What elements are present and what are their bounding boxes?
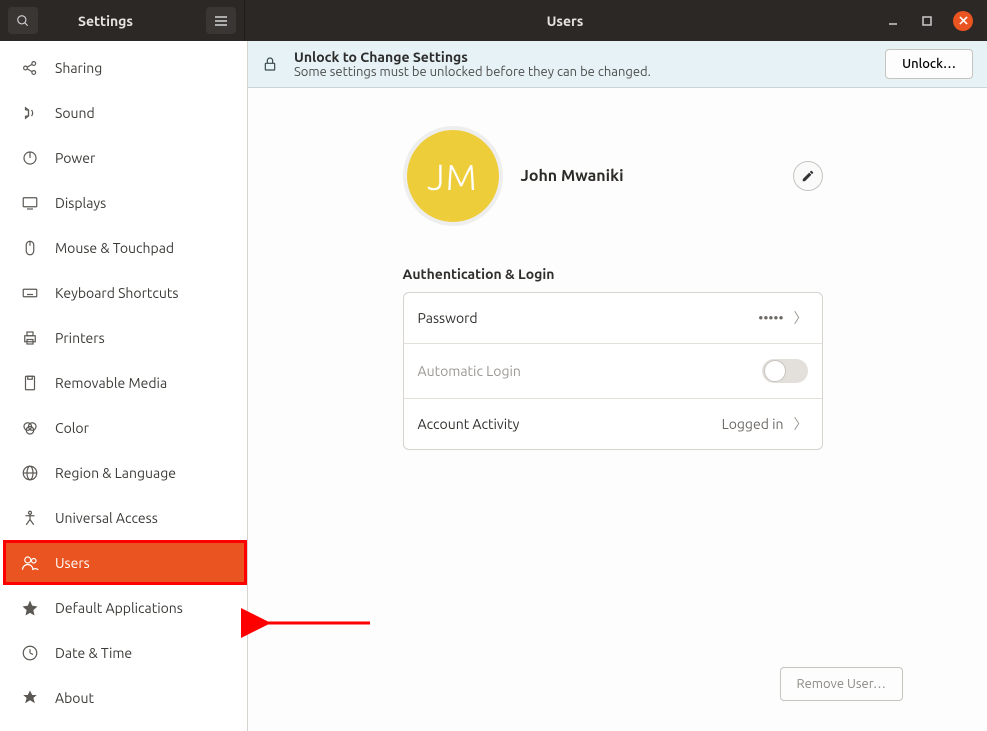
lock-icon bbox=[262, 55, 280, 73]
sidebar-item-label: Power bbox=[55, 150, 95, 166]
activity-value: Logged in bbox=[722, 416, 784, 432]
infobar-title: Unlock to Change Settings bbox=[294, 49, 871, 65]
infobar-subtitle: Some settings must be unlocked before th… bbox=[294, 65, 871, 79]
pencil-icon bbox=[801, 169, 815, 183]
close-icon bbox=[959, 16, 968, 25]
sidebar-item-power[interactable]: Power bbox=[3, 135, 247, 180]
unlock-button[interactable]: Unlock… bbox=[885, 49, 973, 79]
titlebar: Settings Users bbox=[0, 0, 987, 41]
sidebar-item-printers[interactable]: Printers bbox=[3, 315, 247, 360]
titlebar-right: Users bbox=[245, 0, 987, 41]
power-icon bbox=[21, 149, 39, 167]
sidebar-item-users[interactable]: Users bbox=[3, 540, 247, 585]
password-row[interactable]: Password ••••• 〉 bbox=[404, 293, 822, 344]
sidebar-item-sound[interactable]: Sound bbox=[3, 90, 247, 135]
sidebar-item-displays[interactable]: Displays bbox=[3, 180, 247, 225]
hamburger-icon bbox=[214, 15, 228, 27]
sidebar-item-removable-media[interactable]: Removable Media bbox=[3, 360, 247, 405]
sharing-icon bbox=[21, 59, 39, 77]
sidebar-item-label: Default Applications bbox=[55, 600, 183, 616]
activity-row[interactable]: Account Activity Logged in 〉 bbox=[404, 399, 822, 449]
sidebar: Sharing Sound Power Displays Mouse & Touchpa… bbox=[3, 41, 248, 731]
user-header: JM John Mwaniki bbox=[403, 126, 823, 226]
minimize-icon bbox=[888, 16, 898, 26]
autologin-row: Automatic Login bbox=[404, 344, 822, 399]
sidebar-item-about[interactable]: About bbox=[3, 675, 247, 720]
remove-user-button[interactable]: Remove User… bbox=[780, 667, 904, 701]
sidebar-item-label: Removable Media bbox=[55, 375, 167, 391]
user-fullname: John Mwaniki bbox=[521, 167, 624, 185]
sidebar-item-label: Keyboard Shortcuts bbox=[55, 285, 178, 301]
about-icon bbox=[21, 689, 39, 707]
sidebar-item-label: Displays bbox=[55, 195, 106, 211]
minimize-button[interactable] bbox=[885, 13, 901, 29]
displays-icon bbox=[21, 194, 39, 212]
sidebar-item-label: Printers bbox=[55, 330, 105, 346]
autologin-label: Automatic Login bbox=[418, 363, 762, 379]
sidebar-item-label: Users bbox=[55, 555, 90, 571]
infobar-text: Unlock to Change Settings Some settings … bbox=[294, 49, 871, 79]
app-title: Settings bbox=[38, 13, 206, 29]
sidebar-item-color[interactable]: Color bbox=[3, 405, 247, 450]
close-button[interactable] bbox=[953, 11, 973, 31]
color-icon bbox=[21, 419, 39, 437]
chevron-right-icon: 〉 bbox=[794, 308, 808, 328]
avatar[interactable]: JM bbox=[403, 126, 503, 226]
printers-icon bbox=[21, 329, 39, 347]
sidebar-item-label: Sound bbox=[55, 105, 95, 121]
search-button[interactable] bbox=[8, 7, 38, 34]
sidebar-item-date-time[interactable]: Date & Time bbox=[3, 630, 247, 675]
password-value: ••••• bbox=[758, 310, 783, 326]
sidebar-item-default-applications[interactable]: Default Applications bbox=[3, 585, 247, 630]
mouse-icon bbox=[21, 239, 39, 257]
edit-name-button[interactable] bbox=[793, 161, 823, 191]
star-icon bbox=[21, 599, 39, 617]
maximize-button[interactable] bbox=[919, 13, 935, 29]
password-label: Password bbox=[418, 310, 759, 326]
sidebar-item-label: Color bbox=[55, 420, 89, 436]
media-icon bbox=[21, 374, 39, 392]
search-icon bbox=[16, 14, 30, 28]
unlock-infobar: Unlock to Change Settings Some settings … bbox=[248, 41, 987, 88]
region-icon bbox=[21, 464, 39, 482]
users-icon bbox=[21, 554, 39, 572]
window-controls bbox=[885, 11, 987, 31]
sidebar-item-label: Sharing bbox=[55, 60, 102, 76]
sidebar-item-label: Date & Time bbox=[55, 645, 132, 661]
access-icon bbox=[21, 509, 39, 527]
auth-panel: Password ••••• 〉 Automatic Login Account… bbox=[403, 292, 823, 450]
autologin-switch[interactable] bbox=[762, 359, 808, 383]
sound-icon bbox=[21, 104, 39, 122]
sidebar-item-universal-access[interactable]: Universal Access bbox=[3, 495, 247, 540]
maximize-icon bbox=[922, 16, 932, 26]
sidebar-item-sharing[interactable]: Sharing bbox=[3, 45, 247, 90]
sidebar-item-keyboard-shortcuts[interactable]: Keyboard Shortcuts bbox=[3, 270, 247, 315]
activity-label: Account Activity bbox=[418, 416, 722, 432]
titlebar-left: Settings bbox=[0, 0, 245, 41]
auth-section-title: Authentication & Login bbox=[403, 266, 823, 282]
sidebar-item-label: Mouse & Touchpad bbox=[55, 240, 174, 256]
keyboard-icon bbox=[21, 284, 39, 302]
sidebar-item-label: Region & Language bbox=[55, 465, 176, 481]
sidebar-item-label: About bbox=[55, 690, 94, 706]
sidebar-item-label: Universal Access bbox=[55, 510, 158, 526]
sidebar-item-mouse-touchpad[interactable]: Mouse & Touchpad bbox=[3, 225, 247, 270]
hamburger-button[interactable] bbox=[206, 7, 236, 34]
content-area: Unlock to Change Settings Some settings … bbox=[248, 41, 987, 731]
chevron-right-icon: 〉 bbox=[794, 414, 808, 434]
clock-icon bbox=[21, 644, 39, 662]
sidebar-item-region-language[interactable]: Region & Language bbox=[3, 450, 247, 495]
page-title: Users bbox=[245, 13, 885, 29]
